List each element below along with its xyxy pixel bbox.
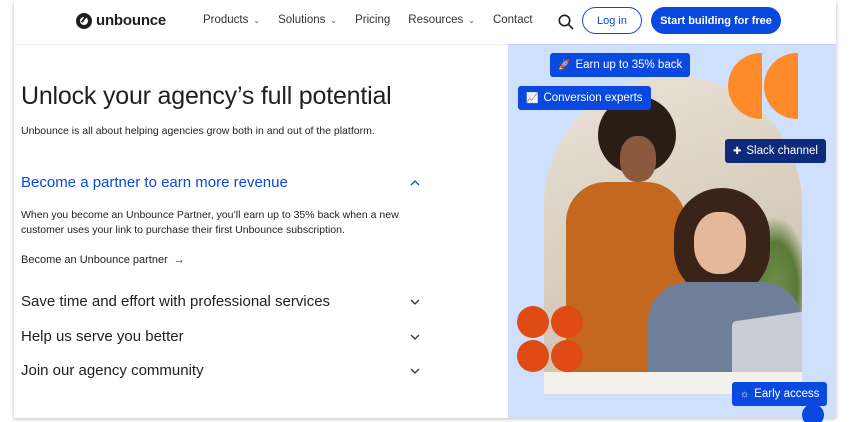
nav-contact-label: Contact xyxy=(492,14,533,26)
nav-pricing[interactable]: Pricing xyxy=(355,14,390,26)
earn-chip-label: Earn up to 35% back xyxy=(575,59,683,71)
accordion-item-partner: Become a partner to earn more revenue Wh… xyxy=(21,174,421,266)
become-partner-link-label: Become an Unbounce partner xyxy=(21,254,168,266)
nav-solutions-label: Solutions xyxy=(278,14,326,26)
logo-text: unbounce xyxy=(96,12,167,29)
rocket-icon: 🚀 xyxy=(558,59,571,71)
conversion-chip: 📈 Conversion experts xyxy=(518,86,651,110)
chart-line-icon: 📈 xyxy=(526,92,539,104)
login-button[interactable]: Log in xyxy=(582,7,642,34)
start-building-button[interactable]: Start building for free xyxy=(651,7,781,34)
search-icon[interactable] xyxy=(557,13,575,31)
accordion-header[interactable]: Save time and effort with professional s… xyxy=(21,293,421,310)
chevron-down-icon xyxy=(410,334,420,340)
earn-chip: 🚀 Earn up to 35% back xyxy=(550,53,691,77)
slack-icon: ✚ xyxy=(733,145,742,157)
site-header: unbounce Products ⌄ Solutions ⌄ Pricing … xyxy=(14,0,836,44)
dot-shape xyxy=(551,306,583,338)
lightbulb-icon: ☼ xyxy=(740,388,750,400)
nav-contact[interactable]: Contact xyxy=(493,14,533,26)
become-partner-link[interactable]: Become an Unbounce partner → xyxy=(21,254,421,266)
chevron-down-icon: ⌄ xyxy=(330,15,338,25)
laptop-image xyxy=(732,310,802,382)
accordion-body: When you become an Unbounce Partner, you… xyxy=(21,209,399,236)
dot-shape xyxy=(551,340,583,372)
slack-chip-label: Slack channel xyxy=(746,145,818,157)
chevron-up-icon xyxy=(410,179,420,185)
chat-widget-button[interactable] xyxy=(802,404,824,422)
accordion-header[interactable]: Help us serve you better xyxy=(21,328,421,345)
nav-pricing-label: Pricing xyxy=(355,14,391,26)
chevron-down-icon xyxy=(410,299,420,305)
dot-shape xyxy=(517,306,549,338)
main-nav: Products ⌄ Solutions ⌄ Pricing Resources… xyxy=(203,14,533,26)
nav-products-label: Products xyxy=(203,14,249,26)
hero-visual: 🚀 Earn up to 35% back 📈 Conversion exper… xyxy=(508,44,836,418)
accordion-item-community: Join our agency community xyxy=(21,362,421,379)
accordion-title: Help us serve you better xyxy=(21,328,184,345)
logo[interactable]: unbounce xyxy=(76,12,166,29)
page-title: Unlock your agency’s full potential xyxy=(21,82,392,110)
accordion-item-services: Save time and effort with professional s… xyxy=(21,293,421,310)
conversion-chip-label: Conversion experts xyxy=(543,92,643,104)
dot-shape xyxy=(517,340,549,372)
accordion-title: Become a partner to earn more revenue xyxy=(21,174,288,191)
nav-solutions[interactable]: Solutions ⌄ xyxy=(278,14,337,26)
accordion-header[interactable]: Join our agency community xyxy=(21,362,421,379)
person-standing-face xyxy=(620,136,656,182)
chevron-down-icon xyxy=(410,368,420,374)
unbounce-logo-icon xyxy=(76,12,92,29)
nav-resources[interactable]: Resources ⌄ xyxy=(408,14,475,26)
chevron-down-icon: ⌄ xyxy=(253,15,261,25)
accordion-header[interactable]: Become a partner to earn more revenue xyxy=(21,174,421,191)
browser-frame: unbounce Products ⌄ Solutions ⌄ Pricing … xyxy=(14,0,836,418)
arrow-right-icon: → xyxy=(173,254,185,266)
accordion-item-serve: Help us serve you better xyxy=(21,328,421,345)
nav-resources-label: Resources xyxy=(408,14,464,26)
chevron-down-icon: ⌄ xyxy=(468,15,475,25)
person-seated-face xyxy=(694,212,746,274)
accordion-title: Join our agency community xyxy=(21,362,204,379)
red-dots-shape xyxy=(517,306,585,374)
early-access-chip-label: Early access xyxy=(754,388,820,400)
page-subtitle: Unbounce is all about helping agencies g… xyxy=(21,125,375,137)
slack-chip: ✚ Slack channel xyxy=(725,139,826,163)
early-access-chip: ☼ Early access xyxy=(732,382,828,406)
nav-products[interactable]: Products ⌄ xyxy=(203,14,260,26)
accordion-title: Save time and effort with professional s… xyxy=(21,293,331,310)
